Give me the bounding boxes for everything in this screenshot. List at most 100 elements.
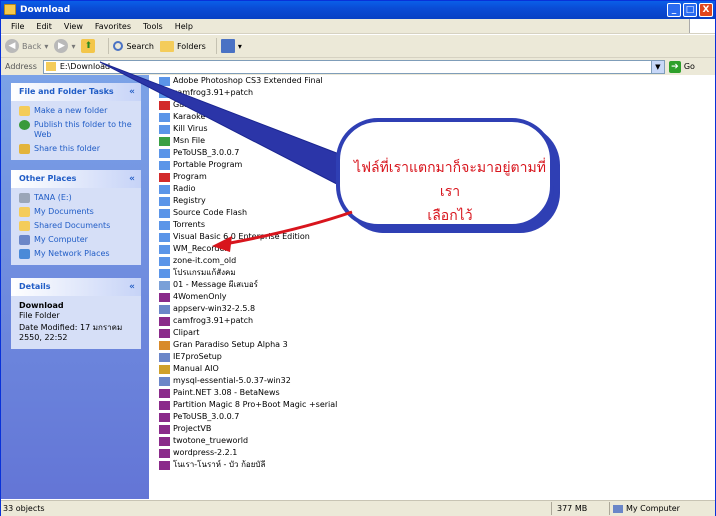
other-places-panel: Other Places « TANA (E:) My Documents Sh…	[11, 170, 141, 265]
folder-icon	[159, 112, 170, 122]
panel-title: File and Folder Tasks	[19, 87, 114, 96]
list-item[interactable]: Radio	[159, 183, 195, 195]
folder-icon	[159, 184, 170, 194]
panel-header[interactable]: Other Places «	[11, 170, 141, 188]
details-panel: Details « Download File Folder Date Modi…	[11, 278, 141, 349]
back-button[interactable]: ◀ Back ▾	[5, 39, 48, 53]
title-bar[interactable]: Download _ □ X	[1, 1, 715, 19]
chevron-down-icon[interactable]: ▼	[650, 60, 664, 73]
file-icon	[159, 364, 170, 374]
collapse-icon[interactable]: «	[129, 278, 135, 296]
menu-help[interactable]: Help	[169, 19, 199, 33]
search-button[interactable]: Search	[113, 41, 154, 51]
close-button[interactable]: X	[699, 3, 713, 17]
folders-button[interactable]: Folders	[159, 40, 206, 52]
list-item[interactable]: IE7proSetup	[159, 351, 222, 363]
menu-file[interactable]: File	[5, 19, 30, 33]
list-item[interactable]: twotone_trueworld	[159, 435, 248, 447]
file-name: Msn File	[173, 136, 206, 145]
list-item[interactable]: Torrents	[159, 219, 205, 231]
panel-header[interactable]: File and Folder Tasks «	[11, 83, 141, 101]
list-item[interactable]: โปรแกรมแก้สังคม	[159, 267, 236, 279]
file-icon	[159, 340, 170, 350]
list-item[interactable]: Gran Paradiso Setup Alpha 3	[159, 339, 288, 351]
object-count: 33 objects	[3, 504, 45, 513]
menu-view[interactable]: View	[58, 19, 89, 33]
computer-icon	[613, 504, 623, 513]
minimize-button[interactable]: _	[667, 3, 681, 17]
maximize-button[interactable]: □	[683, 3, 697, 17]
publish-web-link[interactable]: Publish this folder to the Web	[19, 120, 135, 140]
list-item[interactable]: PeToUSB_3.0.0.7	[159, 411, 239, 423]
file-name: 4WomenOnly	[173, 292, 227, 301]
list-item[interactable]: appserv-win32-2.5.8	[159, 303, 255, 315]
file-name: WM_Recorder	[173, 244, 228, 253]
file-name: Torrents	[173, 220, 205, 229]
list-item[interactable]: Karaoke	[159, 111, 205, 123]
list-item[interactable]: Game	[159, 99, 197, 111]
file-name: Program	[173, 172, 207, 181]
list-item[interactable]: Manual AIO	[159, 363, 219, 375]
go-button[interactable]: ➔ Go	[668, 60, 695, 73]
task-pane: File and Folder Tasks « Make a new folde…	[1, 75, 149, 499]
panel-title: Other Places	[19, 174, 77, 183]
list-item[interactable]: PeToUSB_3.0.0.7	[159, 147, 239, 159]
menu-favorites[interactable]: Favorites	[89, 19, 137, 33]
menu-edit[interactable]: Edit	[30, 19, 58, 33]
folder-icon	[159, 88, 170, 98]
place-my-computer[interactable]: My Computer	[19, 235, 135, 245]
documents-icon	[19, 207, 30, 217]
file-icon	[159, 304, 170, 314]
share-folder-link[interactable]: Share this folder	[19, 144, 135, 154]
file-icon	[159, 376, 170, 386]
panel-header[interactable]: Details «	[11, 278, 141, 296]
list-item[interactable]: ProjectVB	[159, 423, 211, 435]
back-arrow-icon: ◀	[5, 39, 19, 53]
list-item[interactable]: camfrog3.91+patch	[159, 87, 253, 99]
list-item[interactable]: Adobe Photoshop CS3 Extended Final	[159, 75, 323, 87]
search-icon	[113, 41, 124, 51]
list-item[interactable]: 4WomenOnly	[159, 291, 227, 303]
list-item[interactable]: zone-it.com_old	[159, 255, 236, 267]
list-item[interactable]: Portable Program	[159, 159, 242, 171]
place-my-documents[interactable]: My Documents	[19, 207, 135, 217]
list-item[interactable]: Paint.NET 3.08 - BetaNews	[159, 387, 280, 399]
file-name: Karaoke	[173, 112, 206, 121]
list-item[interactable]: Registry	[159, 195, 206, 207]
list-item[interactable]: wordpress-2.2.1	[159, 447, 237, 459]
folder-icon	[159, 232, 170, 242]
views-button[interactable]: ▾	[220, 39, 242, 53]
list-item[interactable]: Kill Virus	[159, 123, 208, 135]
collapse-icon[interactable]: «	[129, 170, 135, 188]
go-label: Go	[683, 62, 695, 71]
collapse-icon[interactable]: «	[129, 83, 135, 101]
place-shared-documents[interactable]: Shared Documents	[19, 221, 135, 231]
file-name: Gran Paradiso Setup Alpha 3	[173, 340, 288, 349]
menu-tools[interactable]: Tools	[137, 19, 169, 33]
list-item[interactable]: Program	[159, 171, 207, 183]
list-item[interactable]: mysql-essential-5.0.37-win32	[159, 375, 291, 387]
list-item[interactable]: WM_Recorder	[159, 243, 228, 255]
list-item[interactable]: Clipart	[159, 327, 199, 339]
file-icon	[159, 448, 170, 458]
file-icon	[159, 400, 170, 410]
explorer-window: Download _ □ X File Edit View Favorites …	[0, 0, 716, 516]
forward-button[interactable]: ▶ ▾	[54, 39, 75, 53]
list-item[interactable]: 01 - Message ผีเสเบอร์	[159, 279, 258, 291]
make-new-folder-link[interactable]: Make a new folder	[19, 106, 135, 116]
address-input[interactable]: E:\Download ▼	[42, 59, 665, 74]
folder-icon	[159, 136, 170, 146]
list-item[interactable]: Partition Magic 8 Pro+Boot Magic +serial	[159, 399, 337, 411]
up-folder-button[interactable]: ⬆	[81, 39, 98, 53]
file-folder-tasks-panel: File and Folder Tasks « Make a new folde…	[11, 83, 141, 160]
new-folder-icon	[19, 106, 30, 116]
list-item[interactable]: โนเรา-โนราห์ - บัว ก้อยบัลี	[159, 459, 265, 471]
list-item[interactable]: Source Code Flash	[159, 207, 247, 219]
list-item[interactable]: Msn File	[159, 135, 205, 147]
list-item[interactable]: camfrog3.91+patch	[159, 315, 253, 327]
list-item[interactable]: Visual Basic 6.0 Enterprise Edition	[159, 231, 310, 243]
place-network[interactable]: My Network Places	[19, 249, 135, 259]
callout-line-2: เลือกไว้	[427, 208, 473, 224]
place-drive[interactable]: TANA (E:)	[19, 193, 135, 203]
network-icon	[19, 249, 30, 259]
